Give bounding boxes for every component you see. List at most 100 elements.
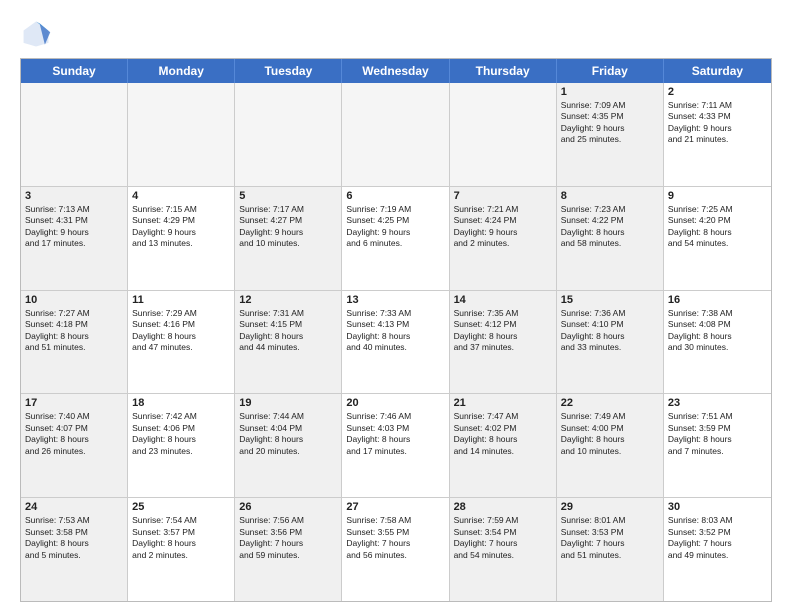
day-number: 10 — [25, 294, 123, 306]
day-number: 7 — [454, 190, 552, 202]
weekday-header-thursday: Thursday — [450, 59, 557, 83]
header — [20, 18, 772, 50]
day-number: 28 — [454, 501, 552, 513]
day-number: 26 — [239, 501, 337, 513]
day-info: Sunrise: 7:09 AM Sunset: 4:35 PM Dayligh… — [561, 100, 659, 146]
day-info: Sunrise: 7:15 AM Sunset: 4:29 PM Dayligh… — [132, 204, 230, 250]
calendar-cell: 1Sunrise: 7:09 AM Sunset: 4:35 PM Daylig… — [557, 83, 664, 186]
day-info: Sunrise: 7:21 AM Sunset: 4:24 PM Dayligh… — [454, 204, 552, 250]
day-info: Sunrise: 7:40 AM Sunset: 4:07 PM Dayligh… — [25, 411, 123, 457]
calendar-cell: 26Sunrise: 7:56 AM Sunset: 3:56 PM Dayli… — [235, 498, 342, 601]
calendar-cell: 3 Sunrise: 7:13 AM Sunset: 4:31 PM Daylig… — [21, 187, 128, 290]
day-info: Sunrise: 7:59 AM Sunset: 3:54 PM Dayligh… — [454, 515, 552, 561]
day-number: 9 — [668, 190, 767, 202]
calendar-cell: 18 Sunrise: 7:42 AM Sunset: 4:06 PM Dayli… — [128, 394, 235, 497]
calendar-cell: 10 Sunrise: 7:27 AM Sunset: 4:18 PM Dayli… — [21, 291, 128, 394]
day-info: Sunrise: 7:17 AM Sunset: 4:27 PM Dayligh… — [239, 204, 337, 250]
day-info: Sunrise: 7:13 AM Sunset: 4:31 PM Dayligh… — [25, 204, 123, 250]
day-info: Sunrise: 7:36 AM Sunset: 4:10 PM Dayligh… — [561, 308, 659, 354]
calendar-cell: 14 Sunrise: 7:35 AM Sunset: 4:12 PM Dayli… — [450, 291, 557, 394]
day-number: 24 — [25, 501, 123, 513]
day-number: 18 — [132, 397, 230, 409]
day-info: Sunrise: 7:29 AM Sunset: 4:16 PM Dayligh… — [132, 308, 230, 354]
day-info: Sunrise: 7:38 AM Sunset: 4:08 PM Dayligh… — [668, 308, 767, 354]
day-number: 30 — [668, 501, 767, 513]
day-info: Sunrise: 7:27 AM Sunset: 4:18 PM Dayligh… — [25, 308, 123, 354]
day-number: 8 — [561, 190, 659, 202]
calendar-cell: 8 Sunrise: 7:23 AM Sunset: 4:22 PM Daylig… — [557, 187, 664, 290]
day-number: 4 — [132, 190, 230, 202]
calendar-cell: 13Sunrise: 7:33 AM Sunset: 4:13 PM Dayli… — [342, 291, 449, 394]
calendar-cell: 17 Sunrise: 7:40 AM Sunset: 4:07 PM Dayli… — [21, 394, 128, 497]
day-info: Sunrise: 8:01 AM Sunset: 3:53 PM Dayligh… — [561, 515, 659, 561]
calendar-row-4: 24 Sunrise: 7:53 AM Sunset: 3:58 PM Dayli… — [21, 497, 771, 601]
weekday-header-sunday: Sunday — [21, 59, 128, 83]
calendar-cell: 22 Sunrise: 7:49 AM Sunset: 4:00 PM Dayli… — [557, 394, 664, 497]
day-info: Sunrise: 7:25 AM Sunset: 4:20 PM Dayligh… — [668, 204, 767, 250]
day-number: 23 — [668, 397, 767, 409]
day-number: 17 — [25, 397, 123, 409]
calendar-row-3: 17 Sunrise: 7:40 AM Sunset: 4:07 PM Dayli… — [21, 393, 771, 497]
day-number: 14 — [454, 294, 552, 306]
day-info: Sunrise: 7:51 AM Sunset: 3:59 PM Dayligh… — [668, 411, 767, 457]
day-number: 15 — [561, 294, 659, 306]
calendar-cell — [235, 83, 342, 186]
page: SundayMondayTuesdayWednesdayThursdayFrid… — [0, 0, 792, 612]
day-number: 29 — [561, 501, 659, 513]
day-info: Sunrise: 7:11 AM Sunset: 4:33 PM Dayligh… — [668, 100, 767, 146]
weekday-header-monday: Monday — [128, 59, 235, 83]
day-number: 11 — [132, 294, 230, 306]
day-info: Sunrise: 7:46 AM Sunset: 4:03 PM Dayligh… — [346, 411, 444, 457]
calendar: SundayMondayTuesdayWednesdayThursdayFrid… — [20, 58, 772, 602]
day-number: 19 — [239, 397, 337, 409]
day-info: Sunrise: 7:33 AM Sunset: 4:13 PM Dayligh… — [346, 308, 444, 354]
calendar-cell: 20 Sunrise: 7:46 AM Sunset: 4:03 PM Dayli… — [342, 394, 449, 497]
day-info: Sunrise: 7:42 AM Sunset: 4:06 PM Dayligh… — [132, 411, 230, 457]
calendar-cell — [450, 83, 557, 186]
day-number: 16 — [668, 294, 767, 306]
day-number: 5 — [239, 190, 337, 202]
day-number: 22 — [561, 397, 659, 409]
calendar-cell: 11 Sunrise: 7:29 AM Sunset: 4:16 PM Dayli… — [128, 291, 235, 394]
day-number: 25 — [132, 501, 230, 513]
calendar-cell: 23 Sunrise: 7:51 AM Sunset: 3:59 PM Dayli… — [664, 394, 771, 497]
calendar-body: 1Sunrise: 7:09 AM Sunset: 4:35 PM Daylig… — [21, 83, 771, 601]
day-info: Sunrise: 7:31 AM Sunset: 4:15 PM Dayligh… — [239, 308, 337, 354]
day-info: Sunrise: 7:53 AM Sunset: 3:58 PM Dayligh… — [25, 515, 123, 561]
logo-icon — [20, 18, 52, 50]
weekday-header-friday: Friday — [557, 59, 664, 83]
logo — [20, 18, 56, 50]
weekday-header-tuesday: Tuesday — [235, 59, 342, 83]
weekday-header-wednesday: Wednesday — [342, 59, 449, 83]
day-info: Sunrise: 7:49 AM Sunset: 4:00 PM Dayligh… — [561, 411, 659, 457]
calendar-cell: 25 Sunrise: 7:54 AM Sunset: 3:57 PM Dayli… — [128, 498, 235, 601]
calendar-cell: 28 Sunrise: 7:59 AM Sunset: 3:54 PM Dayli… — [450, 498, 557, 601]
calendar-row-0: 1Sunrise: 7:09 AM Sunset: 4:35 PM Daylig… — [21, 83, 771, 186]
day-number: 21 — [454, 397, 552, 409]
day-info: Sunrise: 7:23 AM Sunset: 4:22 PM Dayligh… — [561, 204, 659, 250]
day-number: 12 — [239, 294, 337, 306]
calendar-cell: 29 Sunrise: 8:01 AM Sunset: 3:53 PM Dayli… — [557, 498, 664, 601]
calendar-cell: 24 Sunrise: 7:53 AM Sunset: 3:58 PM Dayli… — [21, 498, 128, 601]
calendar-row-2: 10 Sunrise: 7:27 AM Sunset: 4:18 PM Dayli… — [21, 290, 771, 394]
day-number: 2 — [668, 86, 767, 98]
calendar-cell — [342, 83, 449, 186]
calendar-cell: 12 Sunrise: 7:31 AM Sunset: 4:15 PM Dayli… — [235, 291, 342, 394]
calendar-cell: 15 Sunrise: 7:36 AM Sunset: 4:10 PM Dayli… — [557, 291, 664, 394]
day-info: Sunrise: 7:47 AM Sunset: 4:02 PM Dayligh… — [454, 411, 552, 457]
calendar-header: SundayMondayTuesdayWednesdayThursdayFrid… — [21, 59, 771, 83]
day-number: 20 — [346, 397, 444, 409]
day-number: 3 — [25, 190, 123, 202]
calendar-cell: 6 Sunrise: 7:19 AM Sunset: 4:25 PM Daylig… — [342, 187, 449, 290]
day-number: 6 — [346, 190, 444, 202]
day-info: Sunrise: 7:58 AM Sunset: 3:55 PM Dayligh… — [346, 515, 444, 561]
calendar-cell — [21, 83, 128, 186]
day-info: Sunrise: 7:35 AM Sunset: 4:12 PM Dayligh… — [454, 308, 552, 354]
weekday-header-saturday: Saturday — [664, 59, 771, 83]
calendar-row-1: 3 Sunrise: 7:13 AM Sunset: 4:31 PM Daylig… — [21, 186, 771, 290]
day-info: Sunrise: 7:54 AM Sunset: 3:57 PM Dayligh… — [132, 515, 230, 561]
calendar-cell: 9 Sunrise: 7:25 AM Sunset: 4:20 PM Daylig… — [664, 187, 771, 290]
day-info: Sunrise: 7:19 AM Sunset: 4:25 PM Dayligh… — [346, 204, 444, 250]
calendar-cell: 19Sunrise: 7:44 AM Sunset: 4:04 PM Dayli… — [235, 394, 342, 497]
calendar-cell — [128, 83, 235, 186]
